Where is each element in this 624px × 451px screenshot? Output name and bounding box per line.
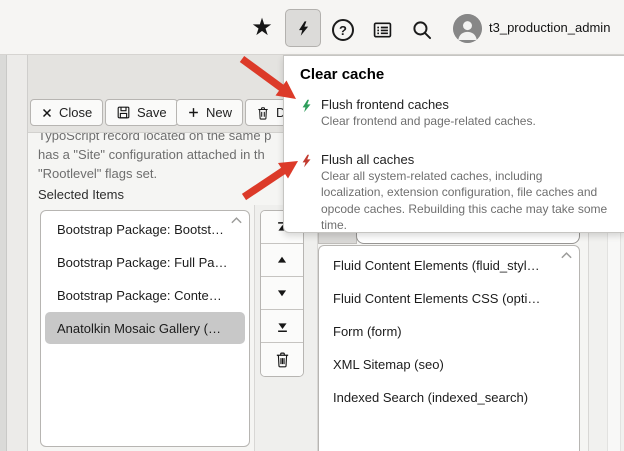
search-toolbar-button[interactable] xyxy=(411,19,433,41)
content-left-margin xyxy=(7,55,28,451)
menu-item-description: Clear all system-related caches, includi… xyxy=(321,168,608,234)
lightning-bolt-icon xyxy=(296,17,311,40)
list-item-selected[interactable]: Anatolkin Mosaic Gallery (… xyxy=(45,312,245,344)
module-frame-edge xyxy=(0,55,7,451)
clear-cache-toolbar-button[interactable] xyxy=(285,9,321,47)
question-circle-icon: ? xyxy=(339,23,347,38)
magnifier-icon xyxy=(411,19,433,41)
move-down-button[interactable] xyxy=(261,277,303,310)
move-to-bottom-button[interactable] xyxy=(261,310,303,343)
menu-item-description: Clear frontend and page-related caches. xyxy=(321,113,536,130)
move-down-icon xyxy=(275,286,289,300)
system-information-toolbar-button[interactable] xyxy=(372,20,393,40)
username-label[interactable]: t3_production_admin xyxy=(489,0,610,55)
selected-items-list[interactable]: Bootstrap Package: Bootst… Bootstrap Pac… xyxy=(40,210,250,447)
flush-all-caches-item[interactable]: Flush all caches Clear all system-relate… xyxy=(300,151,608,234)
list-item[interactable]: Bootstrap Package: Bootst… xyxy=(41,213,249,245)
x-mark-icon xyxy=(41,107,53,119)
lightning-bolt-icon xyxy=(300,96,313,114)
close-button[interactable]: Close xyxy=(30,99,103,126)
button-label: New xyxy=(206,105,232,120)
move-up-icon xyxy=(275,253,289,267)
list-item[interactable]: XML Sitemap (seo) xyxy=(319,348,579,380)
trash-icon xyxy=(256,106,270,120)
new-button[interactable]: New xyxy=(176,99,243,126)
top-toolbar: ★ ? t3_production_admin xyxy=(0,0,624,55)
dropdown-title: Clear cache xyxy=(300,65,608,84)
avatar-icon xyxy=(453,14,482,43)
right-panel-strip xyxy=(588,205,624,451)
user-menu-button[interactable] xyxy=(453,14,482,43)
button-label: Close xyxy=(59,105,92,120)
scroll-up-chevron-icon[interactable] xyxy=(230,215,243,225)
menu-item-label: Flush all caches xyxy=(321,151,608,168)
remove-item-button[interactable] xyxy=(261,343,303,376)
reorder-button-group xyxy=(260,210,304,377)
list-box-icon xyxy=(372,20,393,40)
star-icon: ★ xyxy=(251,16,273,40)
button-label: Save xyxy=(137,105,167,120)
save-button[interactable]: Save xyxy=(105,99,178,126)
scroll-up-chevron-icon[interactable] xyxy=(560,250,573,260)
typoscript-note-line: has a "Site" configuration attached in t… xyxy=(38,145,265,164)
lightning-bolt-icon xyxy=(300,151,313,169)
move-up-button[interactable] xyxy=(261,244,303,277)
typo3-backend-screen: TypoScript record located on the same p … xyxy=(0,0,624,451)
menu-item-label: Flush frontend caches xyxy=(321,96,536,113)
list-item[interactable]: Fluid Content Elements (fluid_styl… xyxy=(319,249,579,281)
list-item[interactable]: Form (form) xyxy=(319,315,579,347)
list-item[interactable]: Fluid Content Elements CSS (opti… xyxy=(319,282,579,314)
plus-icon xyxy=(187,106,200,119)
move-to-bottom-icon xyxy=(275,319,290,334)
bookmark-toolbar-button[interactable]: ★ xyxy=(249,15,275,41)
typoscript-note-line: "Rootlevel" flags set. xyxy=(38,164,157,183)
available-items-list[interactable]: Fluid Content Elements (fluid_styl… Flui… xyxy=(318,245,580,451)
selected-items-label: Selected Items xyxy=(38,187,124,202)
scrollbar[interactable] xyxy=(607,205,621,451)
trash-icon xyxy=(274,351,291,368)
list-item[interactable]: Bootstrap Package: Conte… xyxy=(41,279,249,311)
clear-cache-dropdown: Clear cache Flush frontend caches Clear … xyxy=(283,55,624,233)
list-item[interactable]: Indexed Search (indexed_search) xyxy=(319,381,579,413)
floppy-disk-icon xyxy=(116,105,131,120)
help-toolbar-button[interactable]: ? xyxy=(332,19,354,41)
list-item[interactable]: Bootstrap Package: Full Pa… xyxy=(41,246,249,278)
flush-frontend-caches-item[interactable]: Flush frontend caches Clear frontend and… xyxy=(300,96,608,130)
